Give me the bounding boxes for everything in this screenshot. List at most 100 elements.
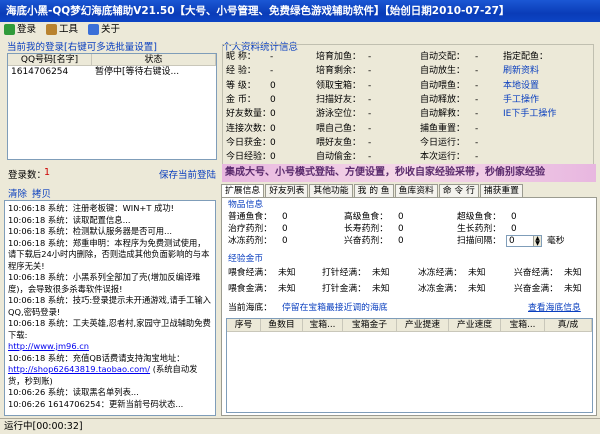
toolbar: 登录 工具 关于 xyxy=(0,22,600,37)
log-line: 10:06:18 系统：充值QB话费请支持淘宝地址： xyxy=(8,352,185,363)
profile-stat-value: - xyxy=(475,152,479,163)
profile-stat-label: 连接次数： xyxy=(226,123,272,134)
log-line: 10:06:18 系统：注册老板键：WIN+T 成功! xyxy=(8,203,175,213)
login-button[interactable]: 登录 xyxy=(4,22,36,37)
grid-col-real[interactable]: 真/成 xyxy=(545,319,592,331)
promo-banner: 集成大号、小号模式登陆、方便设置，秒收自家经验采带，秒偷别家经验 xyxy=(222,164,596,182)
profile-stat-value: - xyxy=(368,123,372,134)
profile-stat-value: 0 xyxy=(270,109,276,120)
tab-my-fish[interactable]: 我 的 鱼 xyxy=(353,184,394,197)
profile-stat-label: 昵 称： xyxy=(226,52,256,62)
login-icon xyxy=(4,24,15,35)
profile-stat-value: 0 xyxy=(270,137,276,148)
spinner-arrows-icon[interactable]: ▲ ▼ xyxy=(533,236,541,247)
copy-log-button[interactable]: 拷贝 xyxy=(32,186,51,200)
tab-reset[interactable]: 捕获重置 xyxy=(479,184,523,197)
scan-interval-label: 扫描间隔： xyxy=(457,236,501,246)
log-line: 10:06:18 系统：郑重申明：本程序为免费测试使用，请下载后24小时内删除，… xyxy=(8,237,210,271)
profile-stat-value: - xyxy=(475,137,479,148)
profile-stat-value: - xyxy=(475,52,479,62)
profile-stat-value: - xyxy=(475,94,479,105)
wrench-icon xyxy=(46,24,57,35)
shop-link[interactable]: http://shop62643819.taobao.com/ xyxy=(8,364,150,374)
log-line: 10:06:26 系统：读取黑名单列表... xyxy=(8,387,139,397)
clear-log-button[interactable]: 清除 xyxy=(8,186,27,200)
tab-other[interactable]: 其他功能 xyxy=(309,184,353,197)
current-sea-label: 当前海底： xyxy=(228,303,272,313)
tab-fish-db[interactable]: 鱼库资料 xyxy=(394,184,438,197)
profile-stat-label: 游泳空位： xyxy=(316,109,362,120)
profile-stat-value: - xyxy=(368,137,372,148)
profile-stat-label: 今日运行： xyxy=(420,137,466,148)
profile-stat-label: 等 级： xyxy=(226,80,256,91)
profile-stat-value: 0 xyxy=(270,152,276,163)
grid-col-box2[interactable]: 宝箱... xyxy=(501,319,545,331)
grid-col-speedup[interactable]: 产业提速 xyxy=(397,319,449,331)
grid-col-speed[interactable]: 产业速度 xyxy=(449,319,501,331)
profile-stat-value: 0 xyxy=(270,80,276,91)
profile-stat-label: 自动偷金： xyxy=(316,152,362,163)
grid-col-box-gold[interactable]: 宝箱金子 xyxy=(343,319,397,331)
profile-stat-value: - xyxy=(475,66,479,77)
coin-group-title: 经验金币 xyxy=(228,254,264,264)
profile-stat-value: - xyxy=(475,109,479,120)
log-line: 10:06:18 系统：检测默认服务器是否可用... xyxy=(8,226,172,236)
table-row[interactable]: 1614706254 暂停中[等待右键设... xyxy=(8,66,216,78)
profile-action-button[interactable]: IE下手工操作 xyxy=(503,108,556,120)
profile-stat-label: 培育剩余： xyxy=(316,66,362,77)
profile-stat-label: 自动解救： xyxy=(420,109,466,120)
grid-col-box[interactable]: 宝箱... xyxy=(303,319,343,331)
ms-unit: 毫秒 xyxy=(547,236,565,246)
profile-stat-value: - xyxy=(368,52,372,62)
profile-stat-label: 今日获金： xyxy=(226,137,272,148)
profile-stat-value: - xyxy=(270,66,274,77)
profile-stat-value: - xyxy=(368,152,372,163)
tab-bar: 扩展信息 好友列表 其他功能 我 的 鱼 鱼库资料 命 令 行 捕获重置 xyxy=(221,184,524,197)
profile-stat-label: 自动放生： xyxy=(420,66,466,77)
profile-stat-value: - xyxy=(475,80,479,91)
profile-stat-label: 本次运行： xyxy=(420,152,466,163)
profile-stat-label: 捕鱼重置： xyxy=(420,123,466,134)
profile-stat-label: 自动释放： xyxy=(420,94,466,105)
status-bar: 运行中[00:00:32] xyxy=(0,418,600,434)
tab-command[interactable]: 命 令 行 xyxy=(438,184,479,197)
profile-stat-label: 金 币： xyxy=(226,94,256,105)
tab-extend-info[interactable]: 扩展信息 xyxy=(221,184,265,197)
about-button[interactable]: 关于 xyxy=(88,22,120,37)
profile-stat-value: - xyxy=(368,66,372,77)
profile-action-button[interactable]: 手工操作 xyxy=(503,94,539,106)
window-title: 海底小黑-QQ梦幻海底辅助V21.50【大号、小号管理、免费绿色游戏辅助软件】【… xyxy=(0,0,600,22)
login-count: 1 xyxy=(44,167,51,178)
profile-action-button[interactable]: 刷新资料 xyxy=(503,65,539,77)
log-line: 10:06:26 1614706254：更新当前号码状态... xyxy=(8,398,184,409)
save-login-button[interactable]: 保存当前登陆 xyxy=(159,167,216,181)
profile-stat-label: 好友数量： xyxy=(226,109,272,120)
tab-friend-list[interactable]: 好友列表 xyxy=(265,184,309,197)
log-panel[interactable]: 10:06:18 系统：注册老板键：WIN+T 成功! 10:06:18 系统：… xyxy=(4,200,216,416)
profile-stat-label: 经 验： xyxy=(226,66,256,77)
account-table[interactable]: QQ号码[名字] 状态 1614706254 暂停中[等待右键设... xyxy=(7,53,217,160)
current-sea-value: 停留在宝箱最接近调的海底 xyxy=(282,303,388,313)
column-qq[interactable]: QQ号码[名字] xyxy=(8,54,92,65)
assigned-fish-label: 指定配鱼： xyxy=(503,52,549,62)
log-line: 10:06:18 系统：工夫英雄,忍者村,家园守卫战辅助免费下载: xyxy=(8,318,211,340)
info-icon xyxy=(88,24,99,35)
grid-col-fish[interactable]: 鱼数目 xyxy=(261,319,303,331)
log-line: 10:06:18 系统：小黑系列全部加了壳(增加反编译难度)，会导致很多杀毒软件… xyxy=(8,272,201,294)
tools-button[interactable]: 工具 xyxy=(46,22,78,37)
sea-grid[interactable]: 序号 鱼数目 宝箱... 宝箱金子 产业提速 产业速度 宝箱... 真/成 xyxy=(226,318,593,413)
website-link[interactable]: http://www.jm96.cn xyxy=(8,341,89,351)
current-login-label: 当前我的登录[右键可多选批量设置] xyxy=(7,42,157,53)
grid-col-index[interactable]: 序号 xyxy=(227,319,261,331)
profile-stat-label: 喂自己鱼： xyxy=(316,123,362,134)
profile-stat-value: 0 xyxy=(270,94,276,105)
column-status[interactable]: 状态 xyxy=(92,54,216,65)
scan-interval-stepper[interactable]: 0 ▲ ▼ xyxy=(506,235,542,247)
profile-stat-value: 0 xyxy=(270,123,276,134)
profile-action-button[interactable]: 本地设置 xyxy=(503,80,539,92)
login-count-label: 登录数： xyxy=(8,170,47,181)
profile-stat-label: 培育加鱼： xyxy=(316,52,362,62)
profile-stat-label: 今日经验： xyxy=(226,152,272,163)
profile-stat-value: - xyxy=(270,52,274,62)
view-sea-link[interactable]: 查看海底信息 xyxy=(528,303,581,314)
